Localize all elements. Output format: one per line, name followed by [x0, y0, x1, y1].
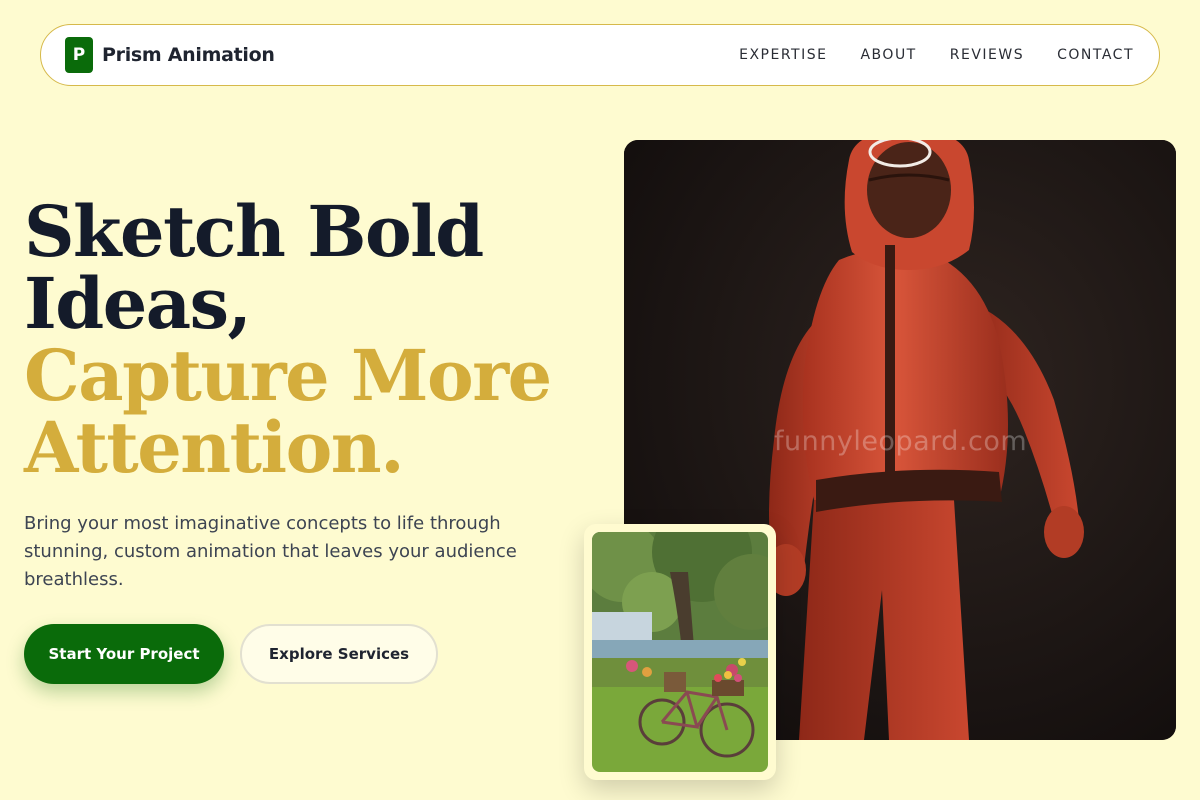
nav-link-contact[interactable]: CONTACT [1057, 47, 1134, 63]
image-watermark: funnyleopard.com [774, 426, 1028, 457]
start-project-button[interactable]: Start Your Project [24, 624, 224, 684]
brand-name: Prism Animation [102, 44, 275, 66]
headline-line-1: Sketch Bold [24, 190, 484, 273]
bicycle-photo [592, 532, 768, 772]
hero-subcopy: Bring your most imaginative concepts to … [24, 513, 517, 590]
secondary-photo-card [584, 524, 776, 780]
top-navbar: P Prism Animation EXPERTISE ABOUT REVIEW… [40, 24, 1160, 86]
hero-headline: Sketch Bold Ideas, Capture More Attentio… [24, 196, 584, 484]
nav-link-expertise[interactable]: EXPERTISE [739, 47, 827, 63]
headline-line-4: Attention. [24, 406, 405, 489]
nav-link-about[interactable]: ABOUT [860, 47, 916, 63]
brand-mark-icon: P [65, 37, 93, 73]
explore-services-button[interactable]: Explore Services [240, 624, 438, 684]
headline-line-2: Ideas, [24, 262, 252, 345]
headline-line-3: Capture More [24, 334, 552, 417]
nav-links: EXPERTISE ABOUT REVIEWS CONTACT [739, 47, 1134, 63]
nav-link-reviews[interactable]: REVIEWS [950, 47, 1024, 63]
brand-logo[interactable]: P Prism Animation [65, 37, 275, 73]
